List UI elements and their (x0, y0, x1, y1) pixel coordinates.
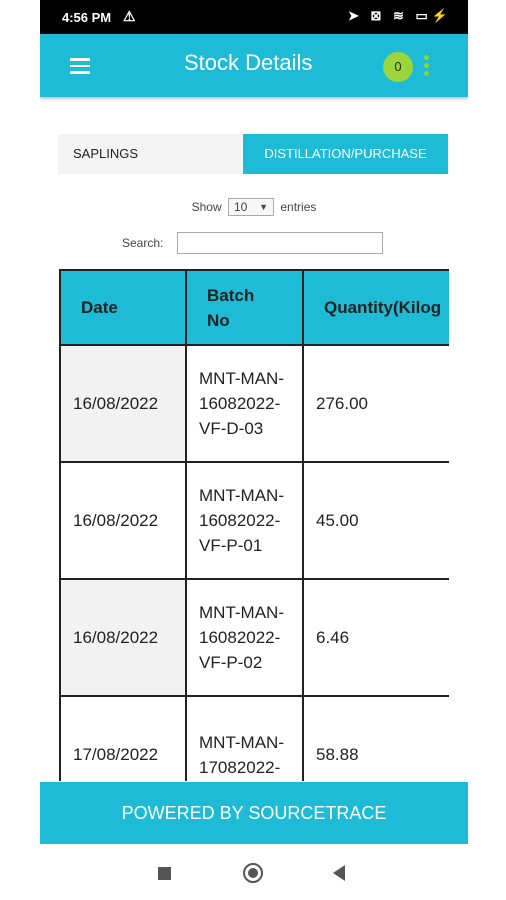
cell-qty: 276.00 (302, 344, 449, 463)
app-bar: Stock Details 0 (40, 34, 468, 97)
table-row: 16/08/2022 MNT-MAN-16082022-VF-D-03 276.… (59, 344, 449, 463)
cell-batch-text: MNT-MAN-17082022- (199, 732, 284, 777)
cell-date: 16/08/2022 (59, 461, 187, 580)
stock-table-container[interactable]: Date Batch No Quantity(Kilog 16/08/2022 … (59, 269, 449, 781)
recent-apps-icon[interactable] (158, 867, 171, 880)
header-batch-no[interactable]: Batch No (185, 269, 304, 346)
tab-saplings[interactable]: SAPLINGS (58, 134, 243, 174)
table-header-row: Date Batch No Quantity(Kilog (59, 269, 449, 346)
more-options-icon[interactable] (424, 55, 430, 79)
page-title: Stock Details (184, 50, 313, 75)
tab-distillation-purchase[interactable]: DISTILLATION/PURCHASE (243, 134, 448, 174)
cell-qty: 45.00 (302, 461, 449, 580)
cell-batch-text: MNT-MAN-16082022-VF-D-03 (199, 369, 284, 438)
table-row: 17/08/2022 MNT-MAN-17082022- 58.88 (59, 695, 449, 781)
status-bar: 4:56 PM ⚠ ➤ ⊠ ≋ ▭⚡ (40, 0, 468, 34)
entries-control: Show 10 ▼ entries (40, 198, 468, 216)
table-row: 16/08/2022 MNT-MAN-16082022-VF-P-01 45.0… (59, 461, 449, 580)
warning-icon: ⚠ (123, 8, 136, 24)
tab-bar: SAPLINGS DISTILLATION/PURCHASE (58, 134, 448, 174)
status-icons: ➤ ⊠ ≋ ▭⚡ (348, 8, 452, 23)
search-label: Search: (122, 236, 164, 250)
entries-select[interactable]: 10 ▼ (228, 198, 274, 216)
cell-date: 16/08/2022 (59, 578, 187, 697)
header-date[interactable]: Date (59, 269, 187, 346)
header-quantity[interactable]: Quantity(Kilog (302, 269, 449, 346)
home-icon[interactable] (243, 863, 263, 883)
cell-batch: MNT-MAN-17082022- (185, 695, 304, 781)
caret-down-icon: ▼ (259, 202, 268, 212)
notification-badge[interactable]: 0 (383, 52, 413, 82)
header-batch-no-label: Batch No (207, 285, 255, 330)
search-input[interactable] (177, 232, 383, 254)
cell-batch: MNT-MAN-16082022-VF-P-01 (185, 461, 304, 580)
cell-batch-text: MNT-MAN-16082022-VF-P-01 (199, 486, 284, 555)
cell-date: 17/08/2022 (59, 695, 187, 781)
entries-label: entries (280, 200, 317, 214)
cell-qty: 58.88 (302, 695, 449, 781)
cell-batch-text: MNT-MAN-16082022-VF-P-02 (199, 603, 284, 672)
entries-select-value: 10 (234, 200, 248, 214)
system-nav-bar (0, 845, 506, 900)
back-icon[interactable] (333, 865, 345, 881)
app-screen: 4:56 PM ⚠ ➤ ⊠ ≋ ▭⚡ Stock Details 0 SAPLI… (40, 0, 468, 845)
cell-batch: MNT-MAN-16082022-VF-P-02 (185, 578, 304, 697)
stock-table: Date Batch No Quantity(Kilog 16/08/2022 … (59, 269, 449, 781)
table-row: 16/08/2022 MNT-MAN-16082022-VF-P-02 6.46 (59, 578, 449, 697)
status-time: 4:56 PM (62, 10, 112, 25)
show-label: Show (191, 200, 222, 214)
footer-banner: POWERED BY SOURCETRACE (40, 782, 468, 844)
cell-date: 16/08/2022 (59, 344, 187, 463)
cell-batch: MNT-MAN-16082022-VF-D-03 (185, 344, 304, 463)
cell-qty: 6.46 (302, 578, 449, 697)
menu-icon[interactable] (70, 58, 90, 74)
